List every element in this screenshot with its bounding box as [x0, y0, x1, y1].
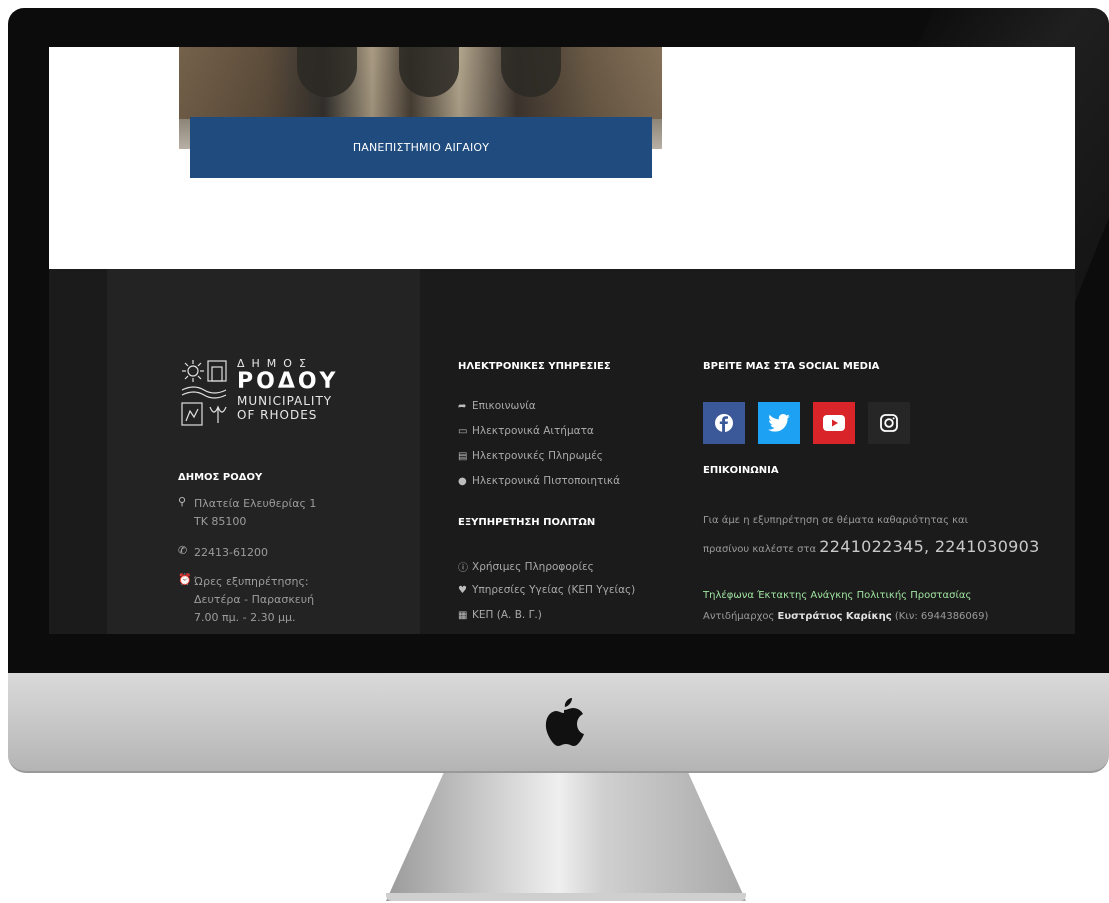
twitter-button[interactable]: [758, 402, 800, 444]
address-line1: Πλατεία Ελευθερίας 1: [194, 497, 317, 510]
hours-row: ⏰ Ώρες εξυπηρέτησης: Δευτέρα - Παρασκευή…: [178, 573, 314, 627]
link-contact[interactable]: ➦ Επικοινωνία: [458, 400, 536, 412]
contact-text-line2: πρασίνου καλέστε στα: [703, 544, 817, 555]
link-label: Επικοινωνία: [472, 400, 536, 412]
link-electronic-certificates[interactable]: ● Ηλεκτρονικά Πιστοποιητικά: [458, 475, 620, 487]
address-row: ⚲ Πλατεία Ελευθερίας 1 ΤΚ 85100: [178, 495, 316, 531]
facebook-icon: [715, 414, 733, 432]
photo-arch: [399, 47, 459, 97]
browser-viewport: ΠΑΝΕΠΙΣΤΗΜΙΟ ΑΙΓΑΙΟΥ ΔΗΜΟΣ ΡΟΔΟΥ MUNICIP…: [49, 47, 1075, 634]
deputy-mayor-row: Αντιδήμαρχος Ευστράτιος Καρίκης (Κιν: 69…: [703, 611, 988, 622]
logo-emblem-icon: [181, 360, 227, 426]
link-health-services[interactable]: ♥ Υπηρεσίες Υγείας (ΚΕΠ Υγείας): [458, 584, 635, 596]
hours-label: Ώρες εξυπηρέτησης:: [194, 575, 309, 588]
photo-arch: [297, 47, 357, 97]
link-label: Ηλεκτρονικά Αιτήματα: [472, 425, 594, 437]
deputy-mobile[interactable]: (Κιν: 6944386069): [895, 611, 989, 622]
phone-row[interactable]: ✆ 22413-61200: [178, 544, 268, 562]
footer-municipality-panel: ΔΗΜΟΣ ΡΟΔΟΥ MUNICIPALITY OF RHODES ΔΗΜΟΣ…: [107, 269, 420, 634]
link-label: Χρήσιμες Πληροφορίες: [472, 560, 594, 573]
phone-number[interactable]: 22413-61200: [194, 544, 268, 562]
link-label: Ηλεκτρονικά Πιστοποιητικά: [472, 475, 621, 487]
municipality-logo[interactable]: ΔΗΜΟΣ ΡΟΔΟΥ MUNICIPALITY OF RHODES: [180, 357, 380, 431]
link-electronic-payments[interactable]: ▤ Ηλεκτρονικές Πληρωμές: [458, 450, 603, 462]
electronic-services-title: ΗΛΕΚΤΡΟΝΙΚΕΣ ΥΠΗΡΕΣΙΕΣ: [458, 361, 611, 372]
logo-line-rodou: ΡΟΔΟΥ: [237, 369, 339, 394]
youtube-icon: [823, 415, 845, 431]
photo-arch: [501, 47, 561, 97]
deputy-name: Ευστράτιος Καρίκης: [777, 611, 892, 622]
credit-card-icon: ▤: [458, 450, 468, 462]
phone-icon: ✆: [178, 544, 188, 557]
hours-days: Δευτέρα - Παρασκευή: [194, 593, 315, 606]
address-line2: ΤΚ 85100: [194, 515, 247, 528]
citizen-services-title: ΕΞΥΠΗΡΕΤΗΣΗ ΠΟΛΙΤΩΝ: [458, 517, 596, 528]
link-label: Υπηρεσίες Υγείας (ΚΕΠ Υγείας): [472, 584, 636, 596]
twitter-icon: [768, 414, 790, 432]
youtube-button[interactable]: [813, 402, 855, 444]
heartbeat-icon: ♥: [458, 584, 467, 596]
municipality-title: ΔΗΜΟΣ ΡΟΔΟΥ: [178, 472, 263, 483]
logo-line-municipality: MUNICIPALITY: [237, 394, 333, 408]
hero-caption-link[interactable]: ΠΑΝΕΠΙΣΤΗΜΙΟ ΑΙΓΑΙΟΥ: [190, 117, 652, 178]
info-icon: ⓘ: [458, 563, 468, 574]
contact-title: ΕΠΙΚΟΙΝΩΝΙΑ: [703, 465, 779, 476]
link-label: ΚΕΠ (Α. Β. Γ.): [472, 609, 542, 621]
social-title: ΒΡΕΙΤΕ ΜΑΣ ΣΤΑ SOCIAL MEDIA: [703, 361, 880, 372]
contact-text-line2-row: πρασίνου καλέστε στα 2241022345, 2241030…: [703, 537, 1040, 556]
share-icon: ➦: [458, 400, 467, 412]
link-label: Ηλεκτρονικές Πληρωμές: [472, 450, 603, 462]
link-electronic-requests[interactable]: ▭ Ηλεκτρονικά Αιτήματα: [458, 425, 594, 437]
contact-text-line1: Για άμε η εξυπηρέτηση σε θέματα καθαριότ…: [703, 515, 968, 526]
book-icon: ▦: [458, 609, 468, 621]
facebook-button[interactable]: [703, 402, 745, 444]
site-footer: ΔΗΜΟΣ ΡΟΔΟΥ MUNICIPALITY OF RHODES ΔΗΜΟΣ…: [49, 269, 1075, 634]
apple-logo-icon: [545, 698, 584, 746]
link-useful-info[interactable]: ⓘ Χρήσιμες Πληροφορίες: [458, 559, 594, 575]
instagram-button[interactable]: [868, 402, 910, 444]
monitor-stand: [386, 773, 746, 901]
deputy-prefix: Αντιδήμαρχος: [703, 611, 775, 622]
link-kep[interactable]: ▦ ΚΕΠ (Α. Β. Γ.): [458, 609, 542, 621]
alarm-clock-icon: ⏰: [178, 573, 192, 586]
cleaning-phones[interactable]: 2241022345, 2241030903: [819, 537, 1039, 556]
map-marker-icon: ⚲: [178, 495, 187, 508]
dot-icon: ●: [458, 475, 467, 487]
logo-line-of-rhodes: OF RHODES: [237, 408, 318, 422]
monitor-icon: ▭: [458, 425, 468, 437]
instagram-icon: [880, 414, 898, 432]
emergency-phones-title: Τηλέφωνα Έκτακτης Ανάγκης Πολιτικής Προσ…: [703, 590, 972, 601]
monitor-stand-base: [386, 893, 746, 901]
hours-time: 7.00 πμ. - 2.30 μμ.: [194, 611, 296, 624]
